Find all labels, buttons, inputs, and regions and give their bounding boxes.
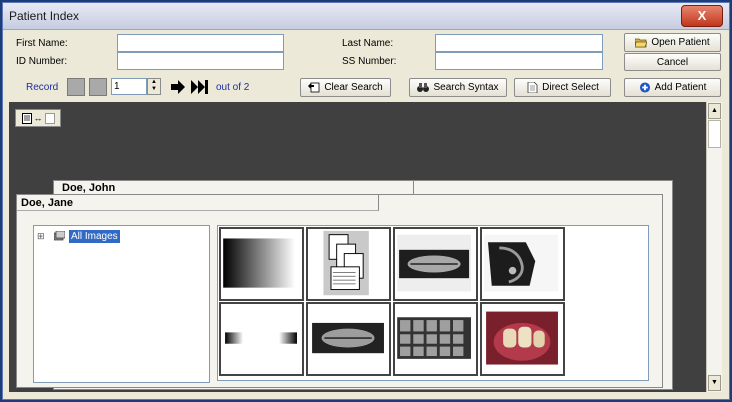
panoramic-xray	[397, 234, 471, 292]
page-faded-icon[interactable]	[44, 112, 55, 124]
window-title: Patient Index	[9, 9, 80, 23]
intraoral-photo-thumbnail[interactable]	[480, 302, 565, 376]
white-strip-thumbnail[interactable]	[219, 302, 304, 376]
document-icon	[527, 82, 538, 93]
last-name-label: Last Name:	[342, 38, 394, 49]
binoculars-icon	[417, 83, 430, 92]
direct-select-label: Direct Select	[542, 82, 599, 93]
previous-record-button[interactable]	[89, 78, 107, 96]
documents-icon	[323, 230, 369, 296]
record-label: Record	[26, 82, 59, 93]
id-number-field[interactable]	[117, 52, 284, 70]
scroll-down-icon[interactable]: ▼	[708, 375, 721, 391]
first-name-label: First Name:	[16, 38, 68, 49]
add-patient-button[interactable]: Add Patient	[624, 78, 721, 97]
bitewing-series-thumbnail[interactable]	[393, 302, 478, 376]
gradient-strip-thumbnail[interactable]	[219, 227, 304, 301]
search-syntax-button[interactable]: Search Syntax	[409, 78, 507, 97]
swap-arrows-icon: ↔	[33, 113, 43, 123]
spin-down-icon[interactable]: ▼	[148, 86, 160, 93]
view-toggle-toolbar[interactable]: ↔	[15, 109, 61, 127]
clear-search-button[interactable]: Clear Search	[300, 78, 391, 97]
scroll-up-icon[interactable]: ▲	[708, 103, 721, 119]
clear-search-icon	[308, 82, 320, 93]
intraoral-photo	[486, 311, 558, 365]
gradient-strip-icon	[223, 238, 296, 288]
page-icon[interactable]	[21, 112, 32, 124]
panoramic-xray-2-thumbnail[interactable]	[306, 302, 391, 376]
image-gallery	[217, 225, 649, 381]
ss-number-field[interactable]	[435, 52, 603, 70]
patient-name-jane[interactable]: Doe, Jane	[17, 195, 379, 211]
add-icon	[639, 82, 650, 93]
cancel-label: Cancel	[656, 56, 689, 68]
patient-card-jane[interactable]: Doe, Jane ⊞ All Images	[16, 194, 663, 388]
white-strip-icon	[225, 332, 297, 344]
record-number-input[interactable]: 1	[111, 78, 147, 95]
documents-thumbnail[interactable]	[306, 227, 391, 301]
direct-select-button[interactable]: Direct Select	[514, 78, 611, 97]
bitewing-series	[397, 317, 471, 359]
cephalometric-xray	[484, 234, 558, 292]
scroll-thumb[interactable]	[708, 120, 721, 148]
last-name-field[interactable]	[435, 34, 603, 52]
panoramic-xray	[312, 322, 384, 354]
search-syntax-label: Search Syntax	[433, 82, 499, 93]
record-count-label: out of 2	[216, 82, 250, 93]
panoramic-xray-thumbnail[interactable]	[393, 227, 478, 301]
tree-node-all-images[interactable]: All Images	[69, 230, 120, 243]
next-record-icon[interactable]	[170, 80, 186, 94]
ss-number-label: SS Number:	[342, 56, 397, 67]
id-number-label: ID Number:	[16, 56, 68, 67]
clear-search-label: Clear Search	[324, 82, 383, 93]
title-bar: Patient Index X	[3, 3, 729, 30]
cephalometric-xray-thumbnail[interactable]	[480, 227, 565, 301]
first-name-field[interactable]	[117, 34, 284, 52]
image-tree[interactable]: ⊞ All Images	[33, 225, 210, 383]
open-patient-label: Open Patient	[651, 37, 710, 48]
last-record-icon[interactable]	[191, 80, 209, 94]
cancel-button[interactable]: Cancel	[624, 53, 721, 71]
tree-expand-icon[interactable]: ⊞	[37, 231, 45, 242]
record-spinner[interactable]: ▲ ▼	[147, 78, 161, 95]
image-folder-icon	[54, 231, 65, 241]
add-patient-label: Add Patient	[654, 82, 707, 93]
open-patient-button[interactable]: Open Patient	[624, 33, 721, 52]
spin-up-icon[interactable]: ▲	[148, 79, 160, 86]
first-record-button[interactable]	[67, 78, 85, 96]
vertical-scrollbar[interactable]: ▲ ▼	[706, 102, 722, 392]
close-button[interactable]: X	[681, 5, 723, 27]
open-folder-icon	[635, 38, 648, 48]
